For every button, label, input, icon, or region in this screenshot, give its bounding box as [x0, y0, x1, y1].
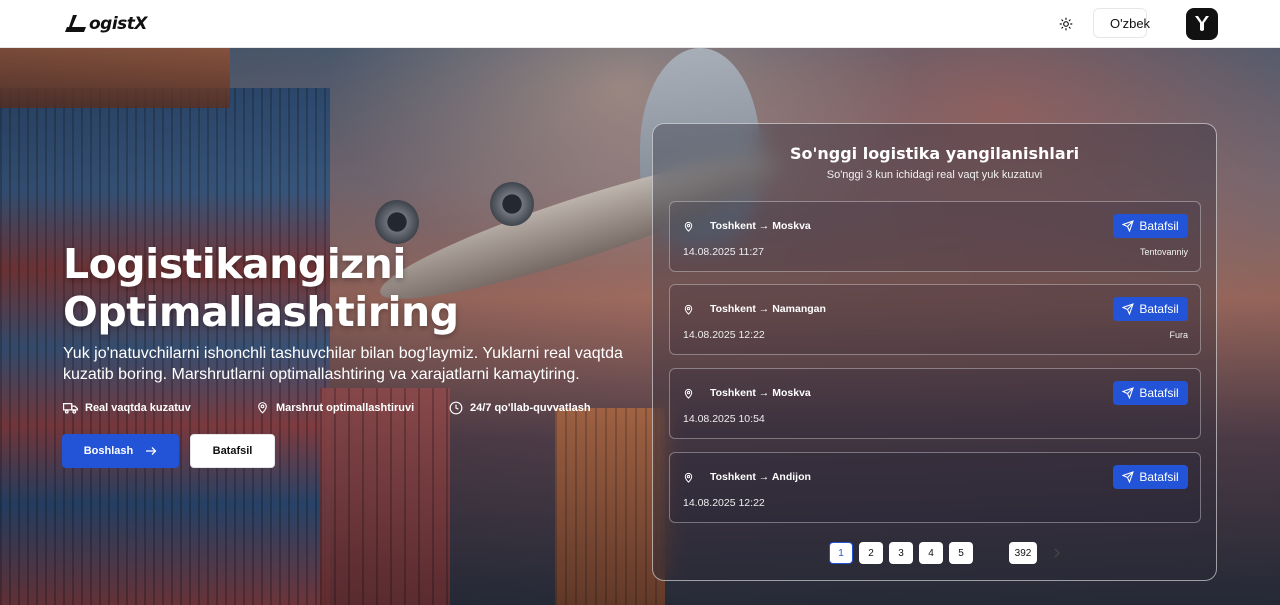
shipment-date: 14.08.2025 11:27: [683, 246, 764, 258]
map-pin-icon: [684, 388, 693, 399]
feature-realtime-tracking: Real vaqtda kuzatuv: [63, 402, 256, 414]
hero-title: Logistikangizni Optimallashtiring: [63, 240, 459, 336]
send-icon: [1122, 471, 1135, 483]
feature-label: 24/7 qo'llab-quvvatlash: [470, 401, 591, 414]
details-button-label: Batafsil: [1139, 302, 1179, 316]
language-selector[interactable]: O'zbek: [1093, 8, 1151, 38]
arrow-right-icon: [146, 447, 157, 455]
shipment-card[interactable]: Toshkent → Moskva 14.08.2025 10:54 Bataf…: [669, 368, 1201, 439]
truck-icon: [63, 402, 78, 414]
shipment-route: Toshkent → Moskva: [710, 220, 811, 232]
start-button[interactable]: Boshlash: [62, 434, 179, 468]
shipment-route: Toshkent → Namangan: [710, 303, 826, 315]
clock-icon: [449, 401, 463, 414]
page-button-last[interactable]: 392: [1009, 542, 1037, 564]
hero-subtitle: Yuk jo'natuvchilarni ishonchli tashuvchi…: [63, 345, 623, 383]
logo[interactable]: ogistX: [64, 12, 148, 36]
details-button-label: Batafsil: [1139, 386, 1179, 400]
map-pin-icon: [684, 472, 693, 483]
top-navbar: ogistX O'zbek: [0, 0, 1280, 48]
user-avatar-icon: [1195, 16, 1209, 31]
sun-icon: [1059, 17, 1073, 31]
map-pin-icon: [258, 402, 267, 414]
page-button-3[interactable]: 3: [889, 542, 913, 564]
start-button-label: Boshlash: [83, 445, 134, 457]
shipment-route: Toshkent → Moskva: [710, 387, 811, 399]
shipment-date: 14.08.2025 12:22: [683, 497, 765, 509]
shipment-vehicle-type: Tentovanniy: [1139, 247, 1188, 257]
logistics-updates-panel: So'nggi logistika yangilanishlari So'ngg…: [652, 123, 1217, 581]
shipment-date: 14.08.2025 12:22: [683, 329, 765, 341]
theme-toggle-button[interactable]: [1054, 12, 1078, 36]
language-label: O'zbek: [1110, 15, 1151, 31]
panel-title: So'nggi logistika yangilanishlari: [789, 144, 1080, 163]
page-button-4[interactable]: 4: [919, 542, 943, 564]
send-icon: [1122, 387, 1135, 399]
send-icon: [1122, 220, 1135, 232]
pagination: 1 2 3 4 5 392: [829, 542, 1063, 564]
shipment-details-button[interactable]: Batafsil: [1113, 214, 1188, 238]
shipment-route: Toshkent → Andijon: [710, 471, 811, 483]
details-button-label: Batafsil: [1139, 470, 1179, 484]
logo-text: ogistX: [89, 14, 148, 34]
feature-route-optimization: Marshrut optimallashtiruvi: [256, 400, 449, 415]
shipment-card[interactable]: Toshkent → Namangan 14.08.2025 12:22 Fur…: [669, 284, 1201, 355]
user-avatar[interactable]: [1186, 8, 1218, 40]
logo-mark-icon: [65, 15, 86, 32]
shipment-details-button[interactable]: Batafsil: [1113, 297, 1188, 321]
chevron-right-icon: [1053, 548, 1060, 558]
feature-support: 24/7 qo'llab-quvvatlash: [449, 401, 591, 415]
page-button-1[interactable]: 1: [829, 542, 853, 564]
page-button-2[interactable]: 2: [859, 542, 883, 564]
shipment-vehicle-type: Fura: [1169, 330, 1188, 340]
next-page-button[interactable]: [1049, 542, 1063, 564]
map-pin-icon: [684, 221, 693, 232]
learn-more-button-label: Batafsil: [212, 445, 253, 457]
send-icon: [1122, 303, 1135, 315]
learn-more-button[interactable]: Batafsil: [190, 434, 275, 468]
map-pin-icon: [684, 304, 693, 315]
shipment-card[interactable]: Toshkent → Moskva 14.08.2025 11:27 Tento…: [669, 201, 1201, 272]
shipment-details-button[interactable]: Batafsil: [1113, 465, 1188, 489]
panel-subtitle: So'nggi 3 kun ichidagi real vaqt yuk kuz…: [826, 169, 1043, 181]
page-button-5[interactable]: 5: [949, 542, 973, 564]
shipment-date: 14.08.2025 10:54: [683, 413, 765, 425]
shipment-details-button[interactable]: Batafsil: [1113, 381, 1188, 405]
shipment-card[interactable]: Toshkent → Andijon 14.08.2025 12:22 Bata…: [669, 452, 1201, 523]
feature-list: Real vaqtda kuzatuv Marshrut optimallash…: [63, 400, 591, 415]
details-button-label: Batafsil: [1139, 219, 1179, 233]
feature-label: Marshrut optimallashtiruvi: [276, 401, 415, 414]
feature-label: Real vaqtda kuzatuv: [85, 401, 191, 414]
